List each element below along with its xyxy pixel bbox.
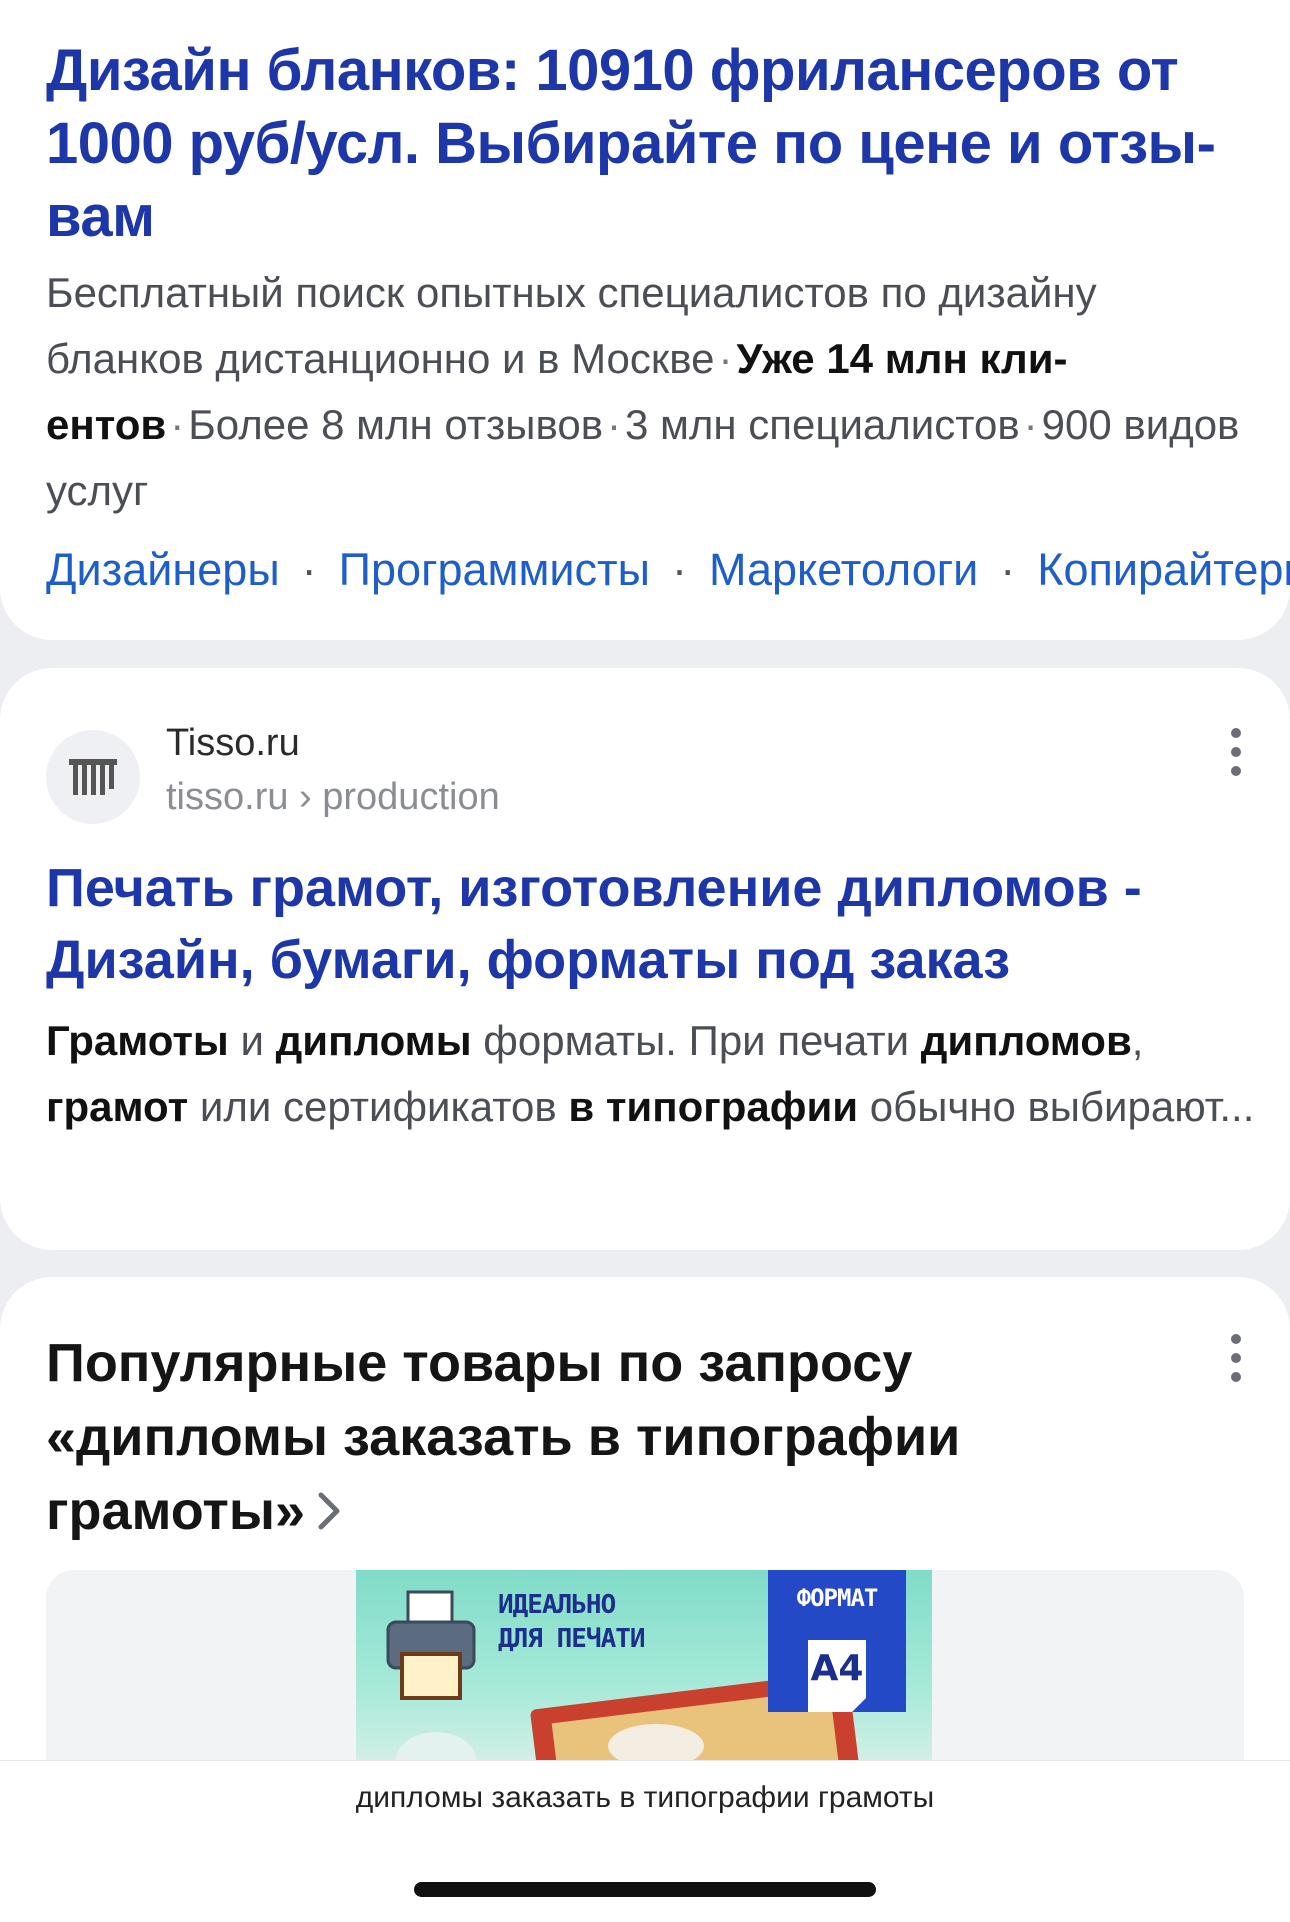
ad-title-link[interactable]: Дизайн бланков: 10910 фрилансеров от 100…	[46, 34, 1246, 253]
banner-text-line2: ДЛЯ ПЕЧАТИ	[498, 1624, 646, 1654]
chevron-right-icon	[315, 1478, 343, 1552]
banner-text-line1: ИДЕАЛЬНО	[498, 1590, 616, 1620]
format-label: ФОРМАТ	[796, 1584, 879, 1612]
ad-sitelinks: Дизайнеры · Программисты · Маркетологи · Копир…	[46, 540, 1290, 600]
sitelink-marketers[interactable]: Маркетологи	[709, 544, 978, 595]
snippet-highlight: грамот	[46, 1083, 189, 1130]
ad-desc-specialists: 3 млн специалистов	[625, 401, 1020, 448]
snippet-text: и	[228, 1017, 276, 1064]
home-indicator[interactable]	[414, 1882, 876, 1897]
current-query-text[interactable]: дипломы заказать в типографии грамоты	[0, 1778, 1290, 1818]
result-snippet: Грамоты и дипломы форматы. При печати ди…	[46, 1008, 1256, 1140]
snippet-text: обычно вы­бирают...	[858, 1083, 1255, 1130]
ad-description: Бесплатный поиск опытных специалистов по…	[46, 269, 1240, 514]
result-more-options-icon[interactable]	[1216, 722, 1256, 782]
sitelink-programmers[interactable]: Программисты	[339, 544, 650, 595]
search-results-page: Дизайн бланков: 10910 фрилансеров от 100…	[0, 0, 1290, 1922]
popular-more-options-icon[interactable]	[1216, 1328, 1256, 1388]
popular-products-title-link[interactable]: Популярные товары по запросу «дипломы за…	[46, 1326, 1166, 1552]
snippet-highlight: дипломы	[275, 1017, 472, 1064]
ad-desc-reviews: Более 8 млн отзывов	[188, 401, 604, 448]
snippet-text: ,	[1131, 1017, 1144, 1064]
format-value: A4	[810, 1648, 864, 1689]
sitelink-designers[interactable]: Дизайнеры	[46, 544, 280, 595]
product-image[interactable]: ИДЕАЛЬНО ДЛЯ ПЕЧАТИ ФОРМАТ A4	[356, 1570, 932, 1790]
site-favicon-icon[interactable]	[46, 730, 140, 824]
printer-icon	[386, 1590, 476, 1700]
snippet-highlight: в типографии	[568, 1083, 859, 1130]
snippet-highlight: Грамоты	[46, 1017, 229, 1064]
sitelink-copywriters[interactable]: Копирайтеры	[1037, 544, 1290, 595]
result-title-link[interactable]: Печать грамот, изготовление дипломов - Д…	[46, 852, 1246, 996]
site-breadcrumb-url[interactable]: tisso.ru › production	[166, 772, 500, 822]
snippet-text: форматы. При печати	[471, 1017, 921, 1064]
popular-products-title: Популярные товары по запросу «дипломы за…	[46, 1333, 961, 1541]
site-name[interactable]: Tisso.ru	[166, 718, 300, 768]
snippet-highlight: дипломов	[920, 1017, 1132, 1064]
snippet-text: или сертификатов	[188, 1083, 569, 1130]
